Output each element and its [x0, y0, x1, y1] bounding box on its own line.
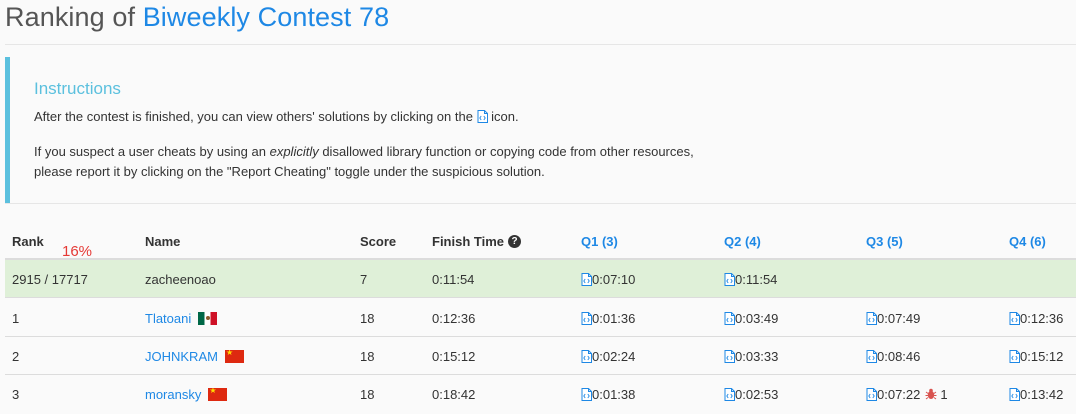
code-icon[interactable] [866, 312, 877, 325]
q2-submission[interactable]: 0:11:54 [724, 260, 777, 298]
username-link[interactable]: moransky [145, 387, 201, 402]
q4-submission[interactable]: 0:13:42 [1009, 375, 1063, 413]
china-flag-icon [224, 349, 244, 363]
instructions-line-3: please report it by clicking on the "Rep… [34, 164, 545, 179]
code-icon[interactable] [724, 350, 735, 363]
q3-time: 0:07:49 [877, 310, 921, 326]
percentile-badge: 16% [62, 243, 93, 260]
q2-submission[interactable]: 0:03:33 [724, 337, 778, 375]
instructions-emphasis: explicitly [269, 144, 319, 159]
column-header-name: Name [145, 233, 181, 249]
wrong-submission-count: 1 [940, 386, 948, 402]
q2-submission[interactable]: 0:03:49 [724, 299, 778, 337]
q3-time: 0:08:46 [877, 348, 921, 364]
q3-submission[interactable]: 0:07:22 1 [866, 375, 948, 413]
mexico-flag-icon [198, 311, 218, 325]
rank-cell: 3 [12, 386, 20, 402]
instructions-line-1-start: After the contest is finished, you can v… [34, 109, 477, 124]
finish-time-cell: 0:15:12 [432, 348, 476, 364]
column-header-q1[interactable]: Q1 (3) [581, 222, 618, 260]
user-cell: JOHNKRAM [145, 337, 244, 375]
q2-time: 0:02:53 [735, 386, 779, 402]
column-header-q4[interactable]: Q4 (6) [1009, 222, 1046, 260]
code-icon[interactable] [866, 350, 877, 363]
username: zacheenoao [145, 271, 216, 287]
code-icon[interactable] [1009, 350, 1020, 363]
header-divider [5, 44, 1076, 45]
q4-time: 0:15:12 [1020, 348, 1064, 364]
table-row-current-user: 2915 / 17717 zacheenoao 7 0:11:54 0:07:1… [5, 260, 1076, 298]
table-row: 2 JOHNKRAM 18 0:15:12 0:02:24 0:03:33 0:… [5, 337, 1076, 375]
q4-submission[interactable]: 0:12:36 [1009, 299, 1063, 337]
username-link[interactable]: Tlatoani [145, 311, 191, 326]
code-icon[interactable] [724, 312, 735, 325]
instructions-line-2: If you suspect a user cheats by using an… [34, 142, 694, 162]
question-circle-icon[interactable]: ? [508, 234, 521, 248]
q2-time: 0:03:33 [735, 348, 779, 364]
page-title-prefix: Ranking of [5, 2, 143, 32]
instructions-line-1: After the contest is finished, you can v… [34, 107, 519, 127]
q3-submission[interactable]: 0:07:49 [866, 299, 920, 337]
q4-submission[interactable]: 0:15:12 [1009, 337, 1063, 375]
rank-cell: 2915 / 17717 [12, 271, 88, 287]
code-icon[interactable] [866, 388, 877, 401]
column-header-q2[interactable]: Q2 (4) [724, 222, 761, 260]
finish-time-cell: 0:12:36 [432, 310, 476, 326]
finish-time-cell: 0:11:54 [432, 271, 475, 287]
q2-time: 0:03:49 [735, 310, 779, 326]
column-header-score: Score [360, 233, 397, 249]
instructions-line-2-start: If you suspect a user cheats by using an [34, 144, 270, 159]
username-link[interactable]: JOHNKRAM [145, 349, 218, 364]
q1-time: 0:02:24 [592, 348, 636, 364]
q1-submission[interactable]: 0:07:10 [581, 260, 635, 298]
rank-cell: 1 [12, 310, 20, 326]
code-icon[interactable] [1009, 312, 1020, 325]
code-icon[interactable] [724, 388, 735, 401]
score-cell: 18 [360, 310, 375, 326]
instructions-title: Instructions [34, 79, 121, 98]
contest-name-link[interactable]: Biweekly Contest 78 [143, 2, 390, 32]
q2-time: 0:11:54 [735, 271, 778, 287]
q1-time: 0:01:38 [592, 386, 636, 402]
score-cell: 18 [360, 386, 375, 402]
code-icon [477, 110, 488, 123]
instructions-divider [5, 203, 1076, 204]
q3-submission[interactable]: 0:08:46 [866, 337, 920, 375]
page-title: Ranking of Biweekly Contest 78 [5, 2, 389, 33]
instructions-line-1-end: icon. [487, 109, 519, 124]
instructions-line-2-end: disallowed library function or copying c… [318, 144, 694, 159]
code-icon[interactable] [724, 273, 735, 286]
column-header-finish-time: Finish Time? [432, 222, 521, 260]
q1-time: 0:01:36 [592, 310, 636, 326]
column-header-finish-time-label: Finish Time [432, 233, 504, 249]
table-row: 3 moransky 18 0:18:42 0:01:38 0:02:53 0:… [5, 375, 1076, 413]
q1-submission[interactable]: 0:01:36 [581, 299, 635, 337]
rank-cell: 2 [12, 348, 20, 364]
score-cell: 18 [360, 348, 375, 364]
bug-icon [925, 388, 937, 400]
q4-time: 0:12:36 [1020, 310, 1064, 326]
q1-submission[interactable]: 0:01:38 [581, 375, 635, 413]
q1-time: 0:07:10 [592, 271, 636, 287]
code-icon[interactable] [581, 312, 592, 325]
q4-time: 0:13:42 [1020, 386, 1064, 402]
q1-submission[interactable]: 0:02:24 [581, 337, 635, 375]
table-header-row: Rank Name Score Finish Time? Q1 (3) Q2 (… [5, 222, 1076, 260]
code-icon[interactable] [1009, 388, 1020, 401]
user-cell: moransky [145, 375, 228, 413]
user-cell: Tlatoani [145, 299, 218, 337]
instructions-panel: Instructions After the contest is finish… [5, 57, 1076, 203]
q2-submission[interactable]: 0:02:53 [724, 375, 778, 413]
table-row: 1 Tlatoani 18 0:12:36 0:01:36 0:03:49 0:… [5, 299, 1076, 337]
china-flag-icon [208, 387, 228, 401]
score-cell: 7 [360, 271, 368, 287]
column-header-q3[interactable]: Q3 (5) [866, 222, 903, 260]
code-icon[interactable] [581, 388, 592, 401]
code-icon[interactable] [581, 273, 592, 286]
code-icon[interactable] [581, 350, 592, 363]
column-header-rank: Rank [12, 233, 44, 249]
finish-time-cell: 0:18:42 [432, 386, 476, 402]
q3-time: 0:07:22 [877, 386, 921, 402]
